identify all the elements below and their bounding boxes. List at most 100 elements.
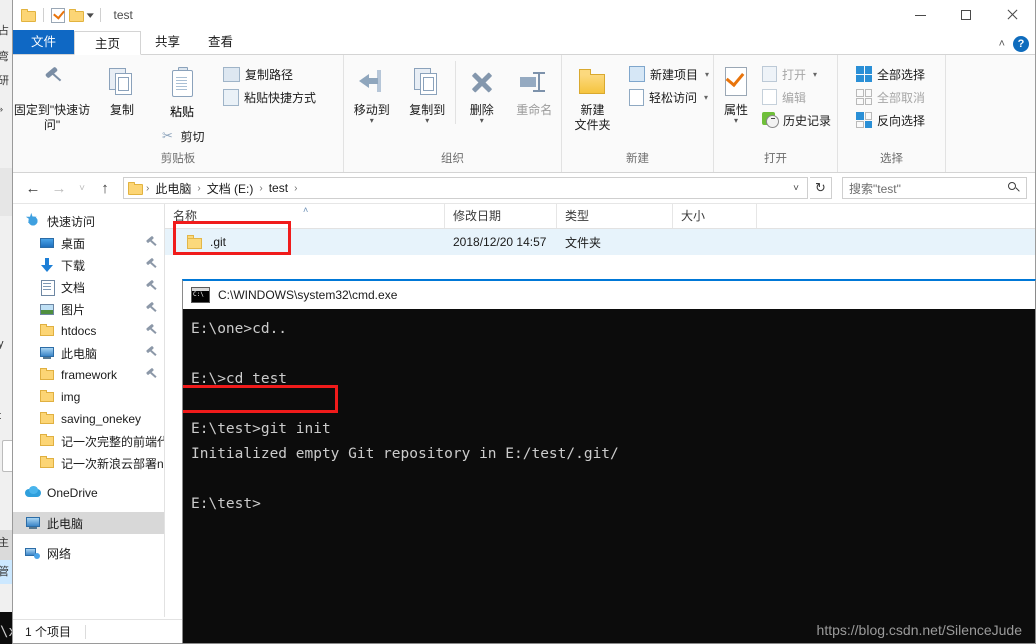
cmd-window-title: C:\WINDOWS\system32\cmd.exe <box>218 288 398 302</box>
edit-button[interactable]: 编辑 <box>758 87 835 107</box>
search-input[interactable]: 搜索"test" <box>842 177 1027 199</box>
breadcrumb-item-test[interactable]: test <box>266 181 291 195</box>
chevron-down-icon[interactable]: ▾ <box>480 117 484 125</box>
chevron-down-icon[interactable]: ˅ <box>793 183 803 194</box>
chevron-down-icon[interactable]: ▾ <box>370 117 374 125</box>
tab-view[interactable]: 查看 <box>194 30 247 54</box>
move-to-button[interactable]: 移动到 ▾ <box>344 61 399 125</box>
select-none-button[interactable]: 全部取消 <box>852 87 929 107</box>
cmd-line-prompt: E:\test> <box>191 496 261 512</box>
breadcrumb-separator: › <box>294 182 298 194</box>
breadcrumb[interactable]: › 此电脑 › 文档 (E:) › test › ˅ <box>123 177 808 199</box>
paste-icon <box>170 67 194 97</box>
easy-access-button[interactable]: 轻松访问 ▾ <box>625 87 713 107</box>
help-icon[interactable]: ? <box>1013 36 1029 52</box>
group-label: 剪贴板 <box>160 153 196 165</box>
chevron-down-icon[interactable]: ▾ <box>704 93 708 102</box>
rename-icon <box>519 68 549 96</box>
sidebar-item-documents[interactable]: 文档 <box>13 276 164 298</box>
sidebar-item-quick-access[interactable]: 快速访问 <box>13 210 164 232</box>
column-header-size[interactable]: 大小 <box>673 204 757 228</box>
this-pc-icon <box>39 345 55 361</box>
cut-button[interactable]: ✂ 剪切 <box>155 126 208 146</box>
pictures-icon <box>39 301 55 317</box>
button-label: 剪切 <box>180 129 205 144</box>
paste-button[interactable]: 粘贴 ✂ 剪切 <box>153 61 211 146</box>
delete-button[interactable]: 删除 ▾ <box>454 61 508 125</box>
sidebar-item-this-pc[interactable]: 此电脑 <box>13 512 164 534</box>
chevron-down-icon[interactable]: ▾ <box>425 117 429 125</box>
sidebar-item-onedrive[interactable]: OneDrive <box>13 482 164 504</box>
sidebar-item-network[interactable]: 网络 <box>13 542 164 564</box>
properties-button[interactable]: 属性 ▾ <box>714 61 758 125</box>
sidebar-item-downloads[interactable]: 下载 <box>13 254 164 276</box>
close-button[interactable] <box>989 0 1035 30</box>
file-name-label: .git <box>210 235 227 249</box>
back-button[interactable]: ← <box>21 176 45 200</box>
pin-icon <box>145 303 156 314</box>
sidebar-item-saving-onekey[interactable]: saving_onekey <box>13 408 164 430</box>
clipboard-small-commands: 复制路径 粘贴快捷方式 <box>219 61 320 107</box>
table-row[interactable]: .git 2018/12/20 14:57 文件夹 <box>165 229 1035 255</box>
copy-path-button[interactable]: 复制路径 <box>219 64 320 84</box>
copy-to-button[interactable]: 复制到 ▾ <box>399 61 454 125</box>
rename-button[interactable]: 重命名 <box>507 61 561 118</box>
button-label: 全部选择 <box>877 67 926 82</box>
history-button[interactable]: 历史记录 <box>758 110 835 130</box>
move-to-icon <box>357 68 387 96</box>
sidebar-item-framework[interactable]: framework <box>13 364 164 386</box>
paste-shortcut-button[interactable]: 粘贴快捷方式 <box>219 87 320 107</box>
open-button[interactable]: 打开 ▾ <box>758 64 835 84</box>
sidebar-item-sina-cloud-note[interactable]: 记一次新浪云部署n <box>13 452 164 474</box>
sidebar-item-desktop[interactable]: 桌面 <box>13 232 164 254</box>
this-pc-icon <box>25 515 41 531</box>
chevron-down-icon[interactable]: ▾ <box>87 10 94 21</box>
divider <box>43 8 44 22</box>
breadcrumb-item-documents[interactable]: 文档 (E:) <box>204 180 257 197</box>
properties-check-icon[interactable] <box>51 6 65 23</box>
refresh-button[interactable]: ↻ <box>810 177 832 199</box>
tab-home[interactable]: 主页 <box>74 31 142 55</box>
cmd-line: Initialized empty Git repository in E:/t… <box>191 446 619 462</box>
column-header-modified[interactable]: 修改日期 <box>445 204 557 228</box>
cmd-line: E:\one>cd.. <box>191 321 288 337</box>
pin-to-quick-access-button[interactable]: 固定到"快速访问" <box>13 61 91 133</box>
breadcrumb-item-this-pc[interactable]: 此电脑 <box>152 180 194 197</box>
star-icon <box>25 210 41 229</box>
tab-share[interactable]: 共享 <box>141 30 194 54</box>
ribbon: 固定到"快速访问" 复制 粘贴 ✂ 剪切 复制路径 粘贴快捷方式 剪贴板 移动到… <box>13 55 1035 173</box>
cmd-console-output[interactable]: E:\one>cd.. E:\>cd test E:\test>git init… <box>183 309 1035 517</box>
sidebar-item-pictures[interactable]: 图片 <box>13 298 164 320</box>
new-folder-icon[interactable] <box>69 8 84 22</box>
select-all-button[interactable]: 全部选择 <box>852 64 929 84</box>
collapse-ribbon-icon[interactable]: ˄ <box>999 38 1005 50</box>
search-icon[interactable] <box>1008 182 1020 194</box>
recent-locations-button[interactable]: ˅ <box>73 176 91 200</box>
minimize-button[interactable] <box>897 0 943 30</box>
button-label: 打开 <box>782 67 807 82</box>
sidebar-item-htdocs[interactable]: htdocs <box>13 320 164 342</box>
invert-selection-button[interactable]: 反向选择 <box>852 110 929 130</box>
button-label: 粘贴 <box>169 105 194 119</box>
copy-button[interactable]: 复制 <box>91 61 153 118</box>
folder-icon[interactable] <box>21 8 36 22</box>
chevron-down-icon[interactable]: ▾ <box>813 70 817 79</box>
new-folder-button[interactable]: 新建 文件夹 <box>562 61 623 133</box>
pin-icon <box>145 347 156 358</box>
sidebar-item-label: 此电脑 <box>61 346 98 361</box>
tab-file[interactable]: 文件 <box>13 30 75 54</box>
chevron-down-icon[interactable]: ▾ <box>734 117 738 125</box>
column-header-type[interactable]: 类型 <box>557 204 673 228</box>
file-name-cell[interactable]: .git <box>165 235 445 250</box>
sidebar-item-img[interactable]: img <box>13 386 164 408</box>
chevron-down-icon[interactable]: ▾ <box>705 70 709 79</box>
paste-shortcut-icon <box>223 88 239 106</box>
button-label: 轻松访问 <box>648 90 697 105</box>
sidebar-item-this-pc-pinned[interactable]: 此电脑 <box>13 342 164 364</box>
folder-icon <box>39 323 55 339</box>
maximize-button[interactable] <box>943 0 989 30</box>
forward-button[interactable]: → <box>47 176 71 200</box>
sidebar-item-frontend-note[interactable]: 记一次完整的前端代 <box>13 430 164 452</box>
new-item-button[interactable]: 新建项目 ▾ <box>625 64 713 84</box>
up-button[interactable]: ↑ <box>93 176 117 200</box>
